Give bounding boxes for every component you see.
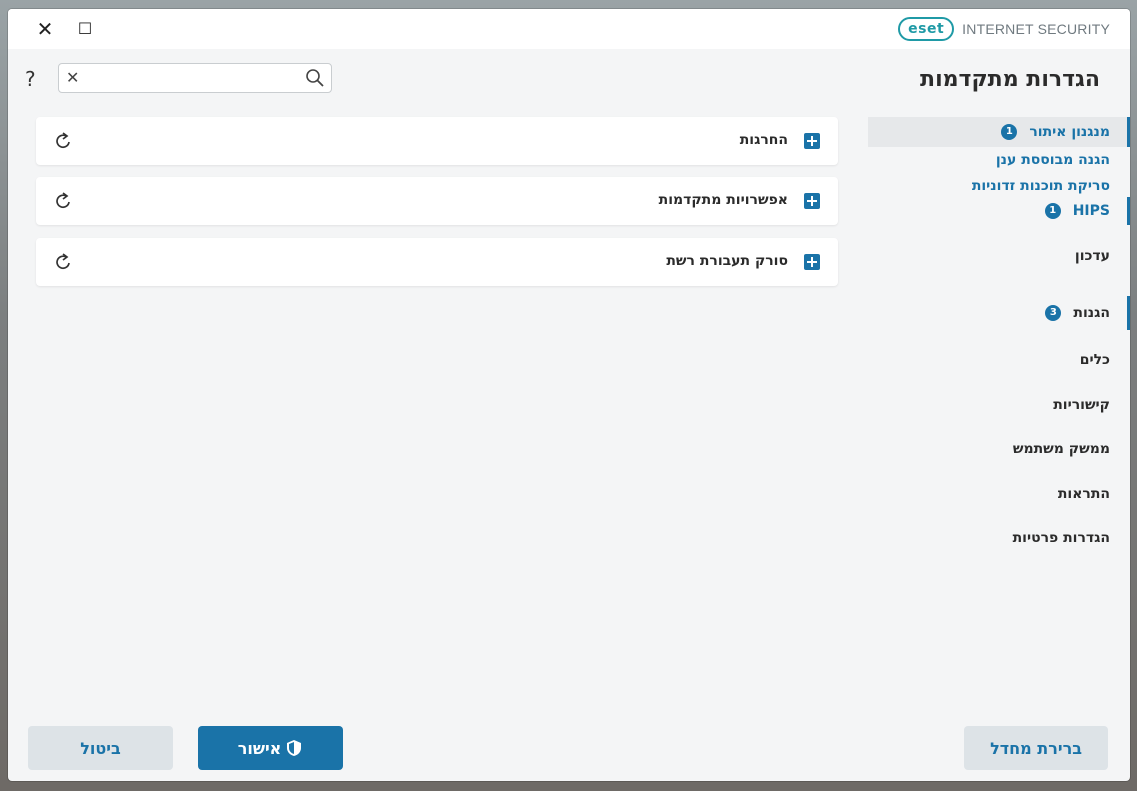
sidebar-item-label: הגדרות פרטיות xyxy=(1012,530,1110,546)
sidebar-item-tools[interactable]: כלים xyxy=(868,345,1130,375)
settings-window: ✕ ☐ eset INTERNET SECURITY ? ✕ הגדרות מת… xyxy=(8,9,1130,781)
expand-icon[interactable] xyxy=(804,133,820,149)
reset-icon[interactable] xyxy=(54,131,74,151)
sidebar-item-label: הגנה מבוססת ענן xyxy=(995,152,1110,168)
sidebar-item-protections[interactable]: הגנות 3 xyxy=(868,296,1130,330)
sidebar-item-update[interactable]: עדכון xyxy=(868,241,1130,271)
search-icon xyxy=(306,69,324,87)
sidebar-item-label: עדכון xyxy=(1074,248,1110,264)
sidebar-item-connectivity[interactable]: קישוריות xyxy=(868,390,1130,420)
sidebar-item-detection-engine[interactable]: מנגנון איתור 1 xyxy=(868,117,1130,147)
sidebar-item-label: מנגנון איתור xyxy=(1029,124,1110,140)
sidebar-item-label: התראות xyxy=(1057,486,1110,502)
title-bar: ✕ ☐ eset INTERNET SECURITY xyxy=(8,9,1130,49)
product-name: INTERNET SECURITY xyxy=(962,21,1110,37)
sidebar-item-privacy-settings[interactable]: הגדרות פרטיות xyxy=(868,523,1130,553)
sidebar-item-notifications[interactable]: התראות xyxy=(868,479,1130,509)
section-network-traffic-scanner[interactable]: סורק תעבורת רשת xyxy=(36,238,838,286)
sidebar-item-user-interface[interactable]: ממשק משתמש xyxy=(868,434,1130,464)
reset-icon[interactable] xyxy=(54,252,74,272)
shield-icon xyxy=(287,740,302,756)
sidebar-item-label: קישוריות xyxy=(1053,397,1110,413)
page-title: הגדרות מתקדמות xyxy=(920,67,1100,92)
section-label: סורק תעבורת רשת xyxy=(666,253,788,269)
section-label: אפשרויות מתקדמות xyxy=(658,192,788,208)
section-advanced-options[interactable]: אפשרויות מתקדמות xyxy=(36,177,838,225)
eset-logo: eset xyxy=(898,17,955,41)
search-input[interactable] xyxy=(93,67,297,91)
help-button[interactable]: ? xyxy=(25,67,36,91)
sidebar-item-label: ממשק משתמש xyxy=(1012,441,1110,457)
eset-logo-text: eset xyxy=(908,21,945,37)
expand-icon[interactable] xyxy=(804,193,820,209)
sidebar-item-label: כלים xyxy=(1079,352,1110,368)
expand-icon[interactable] xyxy=(804,254,820,270)
close-window-button[interactable]: ✕ xyxy=(33,17,57,41)
clear-search-icon[interactable]: ✕ xyxy=(66,68,79,87)
cancel-button[interactable]: ביטול xyxy=(28,726,173,770)
maximize-window-button[interactable]: ☐ xyxy=(73,17,97,41)
sidebar-item-label: HIPS xyxy=(1072,203,1110,219)
default-button-label: ברירת מחדל xyxy=(990,738,1082,758)
default-button[interactable]: ברירת מחדל xyxy=(964,726,1108,770)
count-badge: 3 xyxy=(1045,305,1062,321)
ok-button-label: אישור xyxy=(237,738,282,758)
sidebar-item-label: סריקת תוכנות זדוניות xyxy=(971,178,1110,194)
reset-icon[interactable] xyxy=(54,191,74,211)
section-label: החרגות xyxy=(739,132,788,148)
count-badge: 1 xyxy=(1044,203,1061,219)
sidebar-item-label: הגנות xyxy=(1073,305,1110,321)
count-badge: 1 xyxy=(1001,124,1018,140)
brand: eset INTERNET SECURITY xyxy=(898,16,1110,42)
search-box: ✕ xyxy=(58,63,332,93)
section-exclusions[interactable]: החרגות xyxy=(36,117,838,165)
sidebar-item-hips[interactable]: HIPS 1 xyxy=(868,197,1130,225)
ok-button[interactable]: אישור xyxy=(198,726,343,770)
cancel-button-label: ביטול xyxy=(80,738,121,758)
